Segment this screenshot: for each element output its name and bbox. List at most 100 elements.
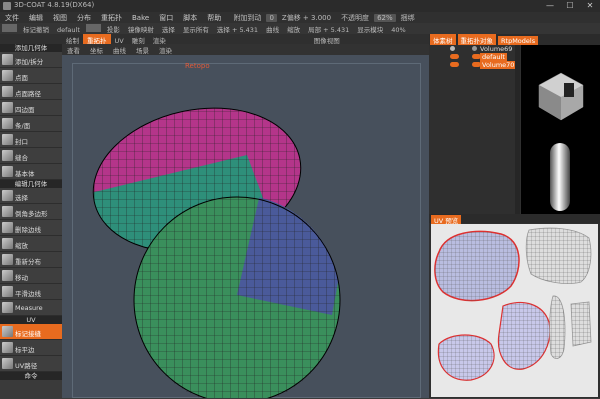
- bind-button[interactable]: 捆绑: [396, 12, 420, 23]
- tool-select[interactable]: 选择: [0, 188, 62, 204]
- tool-cap[interactable]: 封口: [0, 132, 62, 148]
- retopo-mesh[interactable]: [62, 55, 429, 398]
- z-offset-control[interactable]: Z偏移 + 3.000: [277, 12, 336, 23]
- tab-sculpt[interactable]: 雕刻: [128, 34, 149, 44]
- layer-dot-icon: [472, 54, 481, 59]
- tab-paint[interactable]: 绘制: [62, 34, 83, 44]
- tool-strip[interactable]: 条/面: [0, 116, 62, 132]
- eye-icon[interactable]: [450, 54, 459, 59]
- toolbar-item[interactable]: 显示所有: [179, 23, 213, 34]
- toolbar-item[interactable]: 40%: [387, 25, 409, 34]
- tool-icon: [2, 302, 13, 313]
- tool-points-path[interactable]: 点面路径: [0, 84, 62, 100]
- tab-rtp-models[interactable]: RtpModels: [498, 36, 539, 45]
- tool-icon: [2, 86, 13, 97]
- maximize-button[interactable]: ☐: [560, 0, 580, 12]
- tab-uv[interactable]: UV: [111, 36, 128, 44]
- scene-menu[interactable]: 场景: [131, 44, 154, 55]
- tool-scale[interactable]: 缩放: [0, 236, 62, 252]
- tool-stitch[interactable]: 缝合: [0, 148, 62, 164]
- layer-item[interactable]: default: [432, 53, 518, 61]
- coords-menu[interactable]: 坐标: [85, 44, 108, 55]
- projection-icon[interactable]: [85, 24, 101, 32]
- tool-icon: [2, 326, 13, 337]
- menu-script[interactable]: 脚本: [178, 12, 202, 23]
- toolbar-item[interactable]: 选择: [158, 23, 179, 34]
- toolbar-item[interactable]: 选择 + 5.431: [213, 23, 262, 34]
- viewport-header: 查看 坐标 曲线 场景 渲染: [62, 44, 429, 55]
- layer-list: Volume69 default Volume70: [432, 45, 518, 75]
- tool-icon: [2, 102, 13, 113]
- tool-icon: [2, 254, 13, 265]
- tool-delete-edges[interactable]: 删除边线: [0, 220, 62, 236]
- 3d-viewport[interactable]: Retopo: [62, 55, 429, 398]
- menu-help[interactable]: 帮助: [202, 12, 226, 23]
- tool-redistribute[interactable]: 重新分布: [0, 252, 62, 268]
- tool-mark-flat[interactable]: 标平边: [0, 340, 62, 356]
- toolbar-item[interactable]: 显示模块: [353, 23, 387, 34]
- opacity-value[interactable]: 62%: [374, 14, 396, 22]
- value-field[interactable]: 0: [266, 14, 277, 22]
- layer-item[interactable]: Volume69: [432, 45, 518, 53]
- menu-window[interactable]: 窗口: [154, 12, 178, 23]
- tool-icon: [2, 118, 13, 129]
- tab-voxel-tree[interactable]: 体素树: [430, 34, 456, 45]
- section-header: 命令: [0, 372, 62, 380]
- layer-dot-icon: [472, 46, 477, 51]
- uv-islands: [434, 227, 592, 381]
- tool-uv-path[interactable]: UV路径: [0, 356, 62, 372]
- tool-mark-seams[interactable]: 标记接缝: [0, 324, 62, 340]
- menu-retopo[interactable]: 重拓扑: [96, 12, 127, 23]
- toolbar-item[interactable]: 局部 + 5.431: [304, 23, 353, 34]
- section-header: 编辑几何体: [0, 180, 62, 188]
- tool-primitives[interactable]: 基本体: [0, 164, 62, 180]
- toolbar-item[interactable]: 标记撤销: [19, 23, 53, 34]
- close-button[interactable]: ✕: [580, 0, 600, 12]
- menu-bake[interactable]: Bake: [127, 13, 154, 22]
- tool-icon: [2, 54, 13, 65]
- uv-preview[interactable]: [431, 224, 598, 397]
- eye-icon[interactable]: [450, 62, 459, 67]
- section-header: UV: [0, 316, 62, 324]
- model-previews[interactable]: [521, 45, 600, 221]
- tool-points-faces[interactable]: 点面: [0, 68, 62, 84]
- minimize-button[interactable]: —: [540, 0, 560, 12]
- tool-icon: [2, 238, 13, 249]
- menu-bar: 文件 编辑 视图 分布 重拓扑 Bake 窗口 脚本 帮助 附加到动 0 Z偏移 + 3.000 不透…: [0, 12, 600, 23]
- view-menu[interactable]: 查看: [62, 44, 85, 55]
- tool-smooth-edges[interactable]: 平滑边线: [0, 284, 62, 300]
- tool-icon[interactable]: [2, 24, 17, 32]
- toolbar-item[interactable]: default: [53, 25, 84, 34]
- curves-menu[interactable]: 曲线: [108, 44, 131, 55]
- tab-retopo-objects[interactable]: 重拓扑对象: [457, 34, 496, 45]
- tab-retopo[interactable]: 重拓扑: [83, 34, 111, 44]
- layer-item[interactable]: Volume70: [432, 61, 518, 69]
- tab-render[interactable]: 渲染: [149, 34, 170, 44]
- tool-measure[interactable]: Measure: [0, 300, 62, 316]
- menu-distribute[interactable]: 分布: [72, 12, 96, 23]
- tool-icon: [2, 286, 13, 297]
- preview-thumbnails: [538, 72, 584, 211]
- panel-scrollbar[interactable]: [515, 45, 520, 215]
- menu-edit[interactable]: 编辑: [24, 12, 48, 23]
- toolbar-item[interactable]: 缩放: [283, 23, 304, 34]
- image-view-button[interactable]: 图像视图: [310, 34, 344, 44]
- toolbar-item[interactable]: 曲线: [262, 23, 283, 34]
- attach-control[interactable]: 附加到动: [228, 12, 266, 23]
- tool-icon: [2, 222, 13, 233]
- menu-file[interactable]: 文件: [0, 12, 24, 23]
- toolbar-item[interactable]: 镜像映射: [124, 23, 158, 34]
- menu-view[interactable]: 视图: [48, 12, 72, 23]
- toolbar-item[interactable]: 投影: [103, 23, 124, 34]
- tool-icon: [2, 342, 13, 353]
- eye-icon[interactable]: [450, 46, 455, 51]
- tool-move[interactable]: 移动: [0, 268, 62, 284]
- tool-add-split[interactable]: 添加/拆分: [0, 52, 62, 68]
- layer-dot-icon: [472, 62, 481, 67]
- tool-bevel[interactable]: 倒角多边形: [0, 204, 62, 220]
- uv-preview-header: UV 预览: [429, 214, 600, 225]
- left-tool-panel: 添加几何体 添加/拆分 点面 点面路径 四边面 条/面 封口 缝合 基本体 编辑…: [0, 44, 62, 398]
- tool-icon: [2, 190, 13, 201]
- tool-quads[interactable]: 四边面: [0, 100, 62, 116]
- render-menu[interactable]: 渲染: [154, 44, 177, 55]
